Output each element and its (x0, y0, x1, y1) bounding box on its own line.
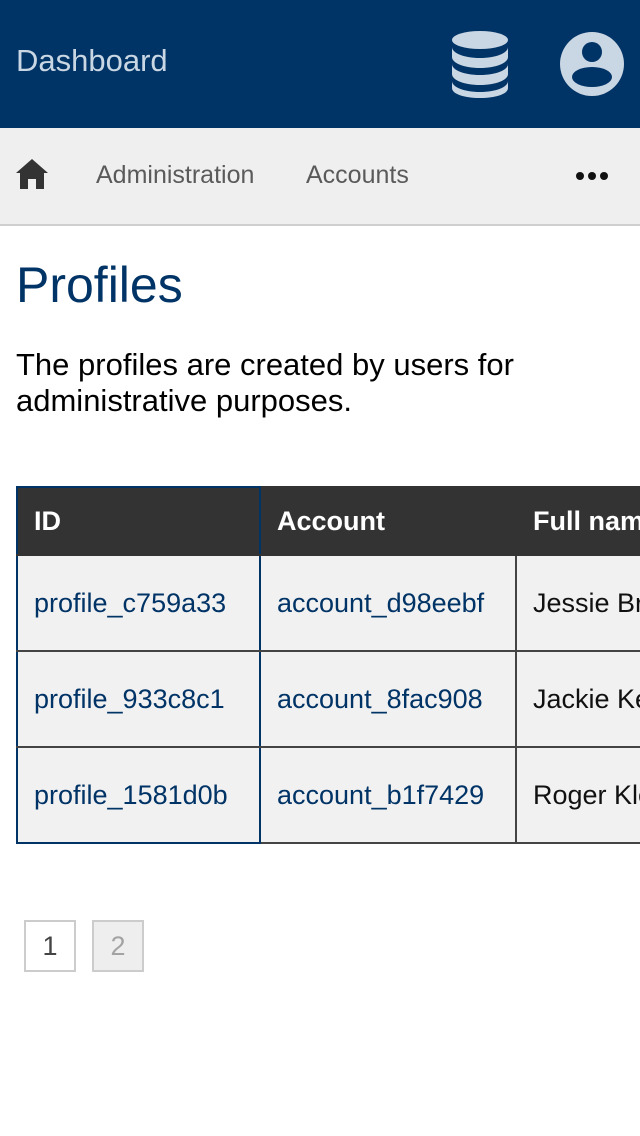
profiles-table-container[interactable]: ID Account Full name profile_c759a33 acc… (16, 486, 640, 850)
account-link[interactable]: account_d98eebf (277, 588, 484, 618)
table-row: profile_1581d0b account_b1f7429 Roger Kl… (16, 746, 640, 844)
profiles-table: ID Account Full name profile_c759a33 acc… (16, 486, 640, 844)
home-icon[interactable] (14, 156, 50, 192)
breadcrumb-nav: Administration Accounts (0, 128, 640, 226)
cell-full-name: Roger Klein (515, 746, 640, 844)
column-header-account[interactable]: Account (259, 486, 517, 556)
more-horizontal-icon[interactable] (572, 166, 612, 186)
profile-id-link[interactable]: profile_933c8c1 (34, 684, 225, 714)
pagination-page-1[interactable]: 1 (24, 920, 76, 972)
nav-item-administration[interactable]: Administration (96, 160, 254, 190)
table-row: profile_c759a33 account_d98eebf Jessie B… (16, 554, 640, 652)
cell-full-name: Jessie Breitenberg (515, 554, 640, 652)
cell-account: account_d98eebf (259, 554, 517, 652)
cell-full-name: Jackie Keeling (515, 650, 640, 748)
page-description: The profiles are created by users for ad… (16, 347, 514, 418)
profile-id-link[interactable]: profile_1581d0b (34, 780, 228, 810)
database-icon[interactable] (448, 30, 512, 98)
top-app-bar: Dashboard (0, 0, 640, 128)
pagination-page-2[interactable]: 2 (92, 920, 144, 972)
cell-account: account_8fac908 (259, 650, 517, 748)
cell-account: account_b1f7429 (259, 746, 517, 844)
page-title: Profiles (16, 257, 183, 313)
cell-id: profile_933c8c1 (16, 650, 261, 748)
column-header-id[interactable]: ID (16, 486, 261, 556)
column-header-full-name[interactable]: Full name (515, 486, 640, 556)
profile-id-link[interactable]: profile_c759a33 (34, 588, 226, 618)
cell-id: profile_1581d0b (16, 746, 261, 844)
nav-item-accounts[interactable]: Accounts (306, 160, 409, 190)
cell-id: profile_c759a33 (16, 554, 261, 652)
user-account-icon[interactable] (558, 30, 626, 98)
account-link[interactable]: account_b1f7429 (277, 780, 484, 810)
table-header-row: ID Account Full name (16, 486, 640, 556)
app-title-link[interactable]: Dashboard (16, 43, 168, 79)
table-row: profile_933c8c1 account_8fac908 Jackie K… (16, 650, 640, 748)
account-link[interactable]: account_8fac908 (277, 684, 483, 714)
